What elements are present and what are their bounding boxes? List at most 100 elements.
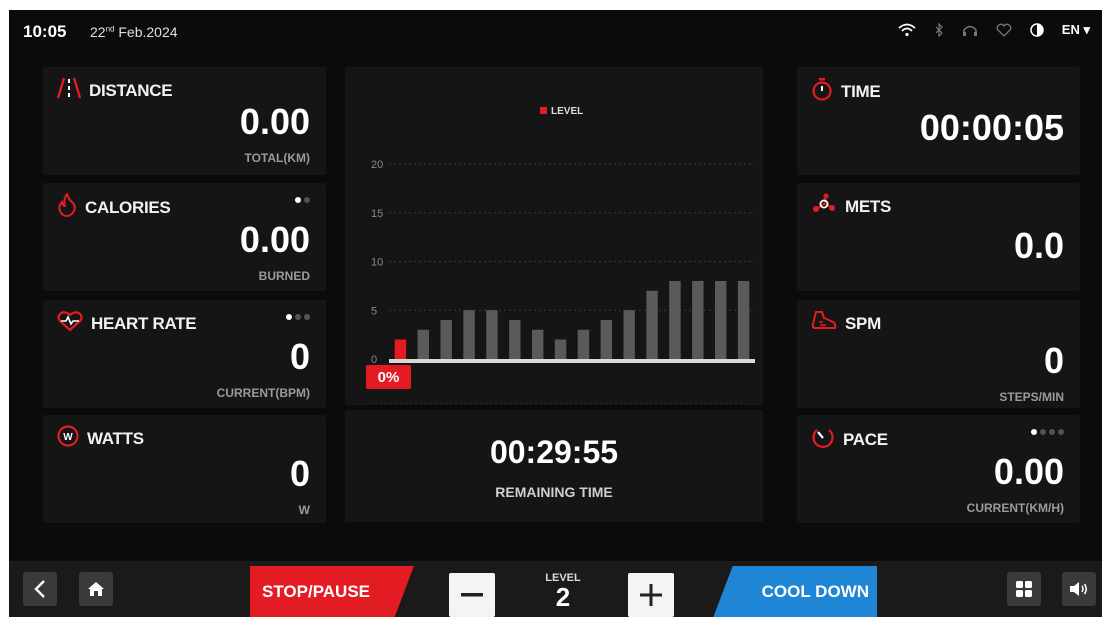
- flame-icon: [57, 191, 77, 222]
- heart-rate-title: HEART RATE: [91, 313, 197, 333]
- mets-value: 0.0: [1013, 225, 1064, 266]
- level-bar: [646, 290, 658, 359]
- level-bar: [692, 281, 704, 359]
- level-bar: [600, 320, 613, 359]
- page-dots[interactable]: [1031, 429, 1064, 435]
- pace-title: PACE: [843, 429, 888, 449]
- legend-label: LEVEL: [551, 106, 583, 117]
- level-bar: [714, 281, 727, 359]
- watts-icon: W: [57, 425, 79, 452]
- calories-unit: BURNED: [258, 269, 310, 283]
- level-bar: [623, 310, 635, 359]
- volume-icon: [1070, 582, 1088, 596]
- spm-card: SPM 0 STEPS/MIN: [797, 300, 1080, 408]
- y-tick-label: 15: [371, 208, 383, 220]
- shoe-icon: [811, 310, 837, 337]
- road-icon: [56, 77, 82, 104]
- time-value: 00:00:05: [919, 107, 1064, 148]
- level-bar: [577, 329, 590, 359]
- level-chart: LEVEL 0 5 10 15 20 0%: [366, 106, 755, 404]
- home-icon: [88, 582, 104, 596]
- remaining-time-panel: 00:29:55 REMAINING TIME: [345, 410, 763, 522]
- plus-icon: [640, 584, 662, 606]
- level-bar: [440, 320, 452, 359]
- distance-unit: TOTAL(KM): [244, 151, 310, 165]
- spm-title: SPM: [845, 313, 881, 333]
- watts-value: 0: [289, 453, 310, 494]
- watts-title: WATTS: [87, 428, 144, 448]
- language-selector[interactable]: EN ▾: [1062, 22, 1090, 38]
- level-bar: [531, 329, 544, 359]
- bottom-bar: STOP/PAUSE LEVEL 2 COOL DOWN: [9, 561, 1102, 617]
- level-decrease-button[interactable]: [449, 573, 495, 617]
- heart-outline-icon[interactable]: [996, 20, 1012, 40]
- pace-value: 0.00: [993, 451, 1064, 492]
- molecule-icon: [811, 193, 837, 220]
- stop-pause-button[interactable]: STOP/PAUSE: [250, 566, 414, 617]
- progress-label: 0%: [378, 369, 400, 386]
- level-bar: [486, 310, 498, 359]
- level-bar: [554, 339, 567, 359]
- level-bar: [509, 320, 521, 359]
- y-tick-label: 0: [371, 354, 377, 366]
- headphones-icon[interactable]: [962, 20, 978, 40]
- status-bar: 10:05 22nd Feb.2024 EN ▾: [9, 10, 1102, 52]
- y-tick-label: 10: [371, 257, 383, 269]
- mets-card: METS 0.0: [797, 183, 1080, 291]
- level-chart-panel: LEVEL 0 5 10 15 20 0%: [345, 67, 763, 405]
- spm-unit: STEPS/MIN: [999, 390, 1064, 404]
- volume-button[interactable]: [1062, 572, 1096, 606]
- level-bar: [463, 310, 475, 359]
- calories-card[interactable]: CALORIES 0.00 BURNED: [43, 183, 326, 291]
- level-value: 2: [555, 582, 571, 612]
- pace-unit: CURRENT(KM/H): [966, 501, 1064, 515]
- remaining-time-value: 00:29:55: [489, 434, 619, 470]
- heart-rate-card[interactable]: HEART RATE 0 CURRENT(BPM): [43, 300, 326, 408]
- svg-text:W: W: [63, 432, 73, 443]
- watts-card: W WATTS 0 W: [43, 415, 326, 523]
- y-tick-label: 5: [371, 305, 377, 317]
- status-icons: EN ▾: [898, 20, 1090, 40]
- apps-button[interactable]: [1007, 572, 1041, 606]
- stopwatch-icon: [811, 77, 833, 106]
- heart-pulse-icon: [57, 310, 83, 337]
- calories-value: 0.00: [239, 219, 310, 260]
- watts-unit: W: [298, 503, 310, 517]
- calories-title: CALORIES: [85, 197, 171, 217]
- level-increase-button[interactable]: [628, 573, 674, 617]
- page-dots[interactable]: [295, 197, 310, 203]
- progress-track: [389, 359, 755, 363]
- minus-icon: [461, 593, 483, 597]
- legend-swatch: [540, 107, 547, 114]
- level-bar: [669, 281, 681, 359]
- wifi-icon[interactable]: [898, 20, 916, 40]
- time-title: TIME: [841, 81, 881, 101]
- distance-title: DISTANCE: [89, 80, 173, 100]
- pace-card[interactable]: PACE 0.00 CURRENT(KM/H): [797, 415, 1080, 523]
- distance-value: 0.00: [239, 101, 310, 142]
- mets-title: METS: [845, 196, 892, 216]
- heart-rate-value: 0: [289, 336, 310, 377]
- remaining-time-label: REMAINING TIME: [495, 484, 613, 500]
- heart-rate-unit: CURRENT(BPM): [216, 386, 310, 400]
- spm-value: 0: [1043, 340, 1064, 381]
- distance-card: DISTANCE 0.00 TOTAL(KM): [43, 67, 326, 175]
- bluetooth-icon[interactable]: [934, 20, 944, 40]
- time-card: TIME 00:00:05: [797, 67, 1080, 175]
- home-button[interactable]: [79, 572, 113, 606]
- grid-icon: [1016, 581, 1032, 597]
- page-dots[interactable]: [286, 314, 310, 320]
- back-button[interactable]: [23, 572, 57, 606]
- speedometer-icon: [811, 425, 835, 454]
- level-bar: [394, 339, 407, 359]
- console-screen: 10:05 22nd Feb.2024 EN ▾ DISTANCE 0.00 T…: [9, 10, 1102, 617]
- chevron-left-icon: [34, 580, 45, 598]
- cool-down-button[interactable]: COOL DOWN: [713, 566, 877, 617]
- level-bar: [417, 329, 430, 359]
- contrast-icon[interactable]: [1030, 20, 1044, 40]
- y-tick-label: 20: [371, 159, 383, 171]
- level-bar: [737, 281, 750, 359]
- clock: 10:05: [23, 22, 67, 41]
- level-display: LEVEL 2: [526, 572, 600, 610]
- date: 22nd Feb.2024: [90, 24, 178, 40]
